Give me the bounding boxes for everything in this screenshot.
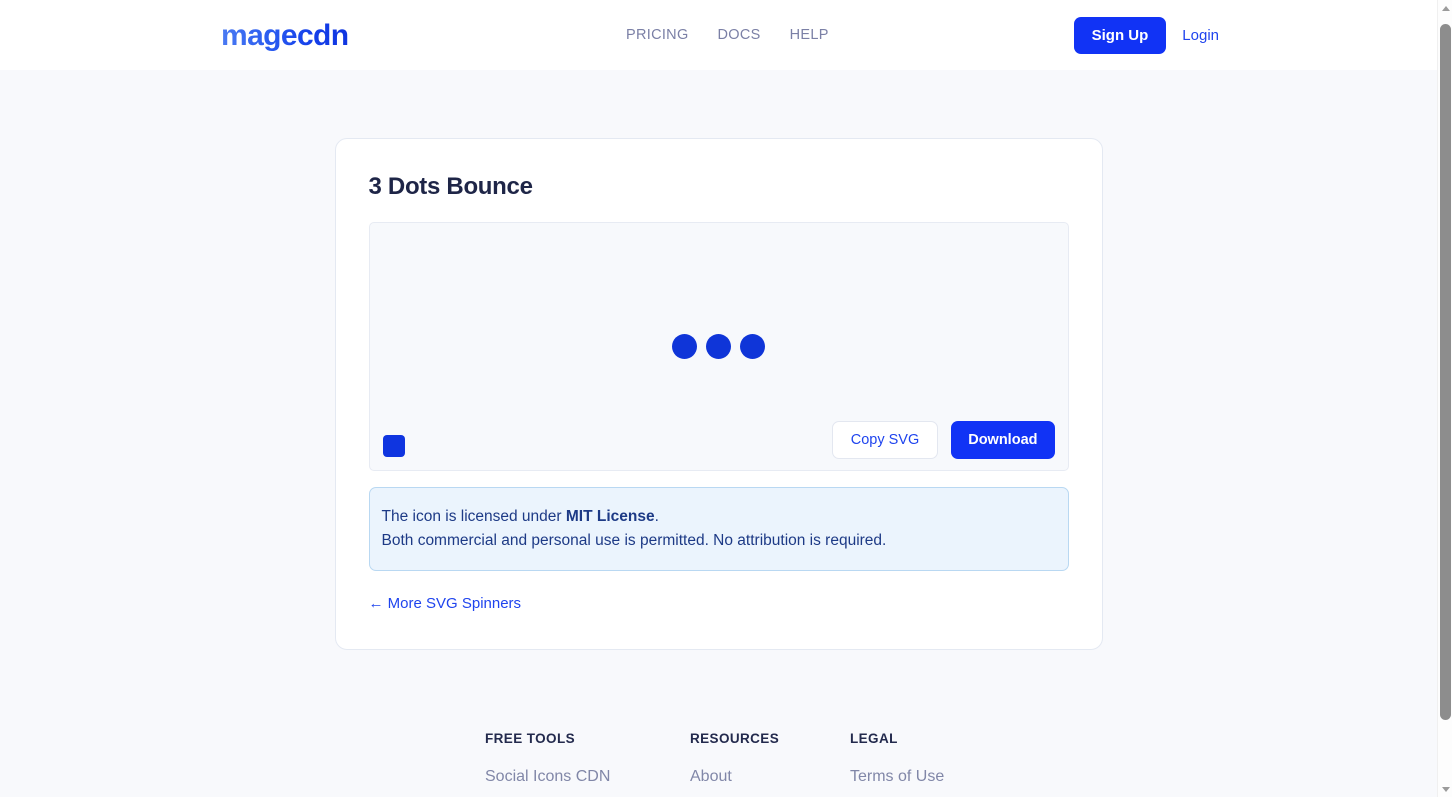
page-viewport: magecdn PRICING DOCS HELP Sign Up Login … xyxy=(0,0,1437,797)
footer-heading-legal: LEGAL xyxy=(850,731,898,746)
scroll-up-arrow-icon[interactable] xyxy=(1438,0,1452,16)
footer-link-social-icons-cdn[interactable]: Social Icons CDN xyxy=(485,765,690,789)
license-notice: The icon is licensed under MIT License. … xyxy=(368,487,1069,571)
footer-column-resources: RESOURCES About xyxy=(690,730,850,789)
footer-heading-free-tools: FREE TOOLS xyxy=(485,731,576,746)
sign-up-button[interactable]: Sign Up xyxy=(1073,17,1167,54)
mit-license-link[interactable]: MIT License xyxy=(566,508,655,525)
footer-heading-resources: RESOURCES xyxy=(690,731,780,746)
scrollbar-thumb[interactable] xyxy=(1440,24,1451,720)
header-actions: Sign Up Login xyxy=(1073,17,1219,54)
site-logo[interactable]: magecdn xyxy=(221,18,349,54)
license-line-2: Both commercial and personal use is perm… xyxy=(381,532,887,549)
license-line-1: The icon is licensed under MIT License. xyxy=(382,505,1056,529)
preview-action-buttons: Copy SVG Download xyxy=(831,421,1055,459)
license-text-prefix: The icon is licensed under xyxy=(381,508,566,525)
spinner-dot-3 xyxy=(740,334,765,359)
spinner-dot-1 xyxy=(672,334,697,359)
site-footer: FREE TOOLS Social Icons CDN RESOURCES Ab… xyxy=(0,730,1437,789)
login-link[interactable]: Login xyxy=(1182,27,1219,44)
nav-item-pricing[interactable]: PRICING xyxy=(626,26,689,44)
copy-svg-button[interactable]: Copy SVG xyxy=(831,421,939,459)
nav-item-docs[interactable]: DOCS xyxy=(718,26,761,44)
vertical-scrollbar[interactable] xyxy=(1437,0,1452,797)
color-picker-swatch[interactable] xyxy=(382,435,405,457)
spinner-detail-card: 3 Dots Bounce Copy SVG Download The icon… xyxy=(334,138,1103,650)
main-navigation: PRICING DOCS HELP xyxy=(626,26,829,44)
footer-link-terms-of-use[interactable]: Terms of Use xyxy=(850,765,1055,789)
main-content: 3 Dots Bounce Copy SVG Download The icon… xyxy=(0,70,1437,650)
download-button[interactable]: Download xyxy=(951,421,1055,459)
scroll-down-arrow-icon[interactable] xyxy=(1438,781,1452,797)
footer-link-about[interactable]: About xyxy=(690,765,850,789)
page-title: 3 Dots Bounce xyxy=(368,173,533,200)
spinner-preview-area: Copy SVG Download xyxy=(368,222,1069,471)
more-spinners-link[interactable]: ← More SVG Spinners xyxy=(369,595,522,612)
spinner-dot-2 xyxy=(706,334,731,359)
site-header: magecdn PRICING DOCS HELP Sign Up Login xyxy=(0,0,1437,70)
license-text-suffix: . xyxy=(654,508,659,525)
footer-column-free-tools: FREE TOOLS Social Icons CDN xyxy=(485,730,690,789)
nav-item-help[interactable]: HELP xyxy=(790,26,829,44)
footer-column-legal: LEGAL Terms of Use xyxy=(850,730,1055,789)
